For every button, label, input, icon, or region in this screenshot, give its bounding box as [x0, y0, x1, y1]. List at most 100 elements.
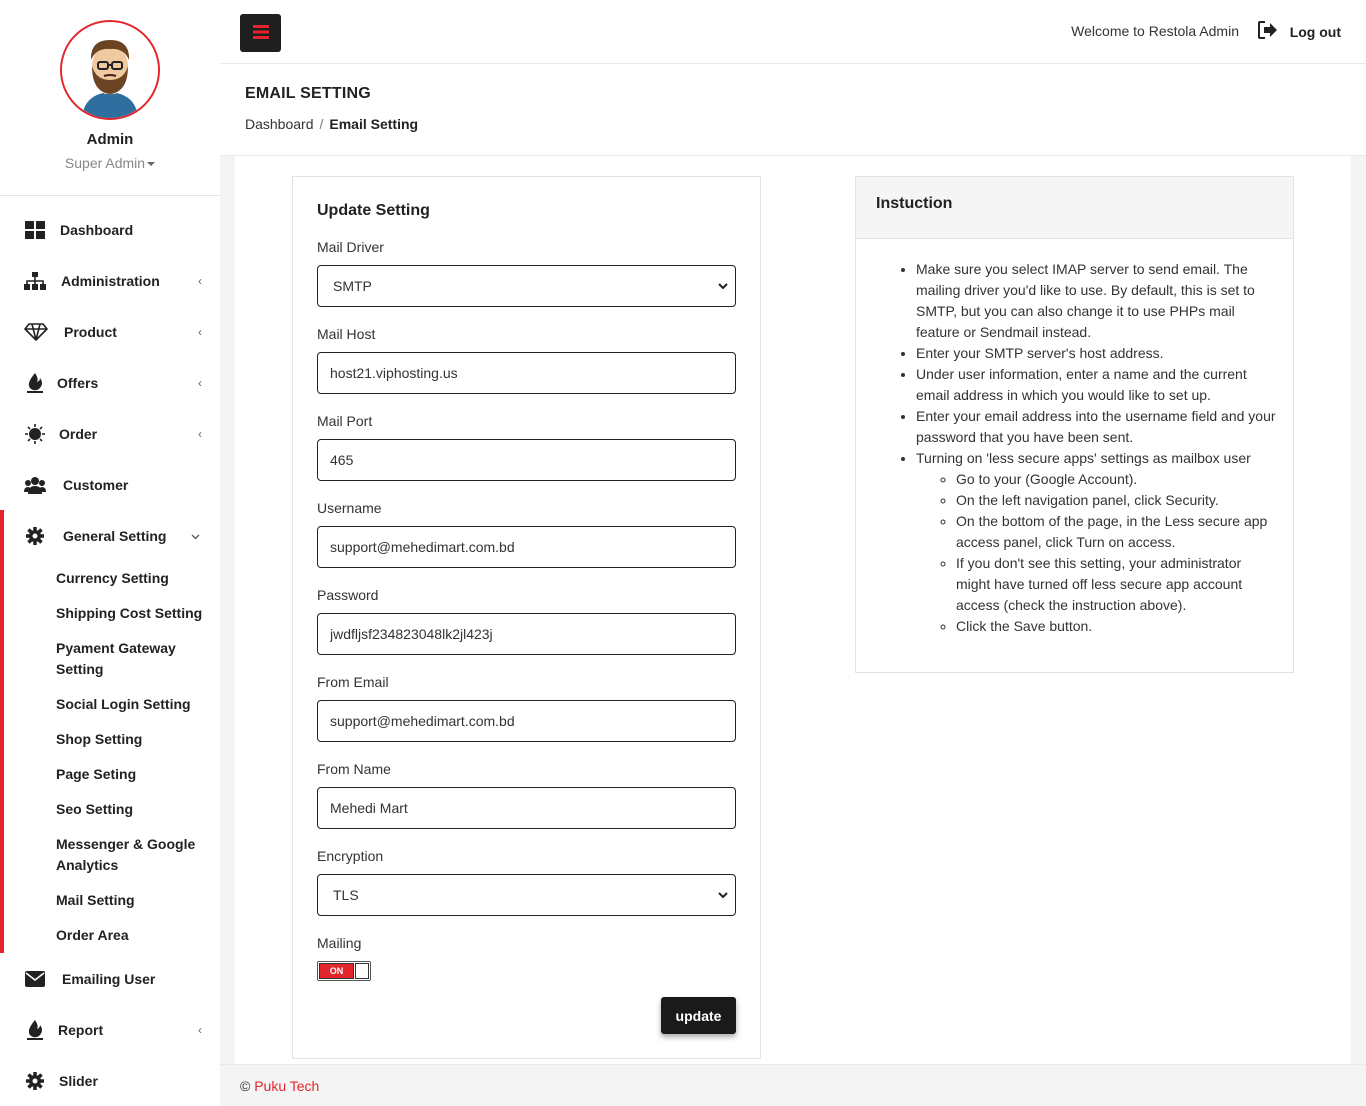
instruction-subitem: On the bottom of the page, in the Less s…	[956, 511, 1278, 553]
submenu-shop-setting[interactable]: Shop Setting	[56, 729, 206, 750]
update-button[interactable]: update	[661, 997, 736, 1034]
chevron-left-icon: ‹	[198, 376, 202, 390]
submenu-order-area[interactable]: Order Area	[56, 925, 206, 946]
fire-icon	[24, 1019, 46, 1041]
username-input[interactable]	[317, 526, 736, 568]
chevron-down-icon	[717, 279, 729, 291]
instruction-list: Make sure you select IMAP server to send…	[916, 259, 1278, 637]
sidebar-item-customer[interactable]: Customer	[0, 467, 220, 503]
sidebar-item-label: Report	[58, 1022, 104, 1038]
instruction-subitem: If you don't see this setting, your admi…	[956, 553, 1278, 616]
instruction-item-text: Turning on 'less secure apps' settings a…	[916, 450, 1251, 466]
sidebar-item-order[interactable]: Order ‹	[0, 416, 220, 452]
submenu-currency-setting[interactable]: Currency Setting	[56, 568, 206, 589]
sidebar-item-product[interactable]: Product ‹	[0, 314, 220, 350]
sun-icon	[24, 423, 46, 445]
update-setting-card: Update Setting Mail Driver SMTP Mail Hos…	[292, 176, 761, 1059]
submenu-payment-gateway-setting[interactable]: Pyament Gateway Setting	[56, 638, 186, 680]
hamburger-icon	[252, 24, 269, 42]
chevron-down-icon	[717, 888, 729, 900]
mail-host-label: Mail Host	[317, 326, 376, 342]
envelope-icon	[24, 968, 46, 990]
sidebar-item-label: General Setting	[63, 528, 167, 544]
submenu-messenger-google-analytics[interactable]: Messenger & Google Analytics	[56, 834, 196, 876]
sidebar-item-label: Emailing User	[62, 971, 156, 987]
encryption-label: Encryption	[317, 848, 384, 864]
sidebar-item-offers[interactable]: Offers ‹	[0, 365, 220, 401]
sidebar-item-label: Order	[59, 426, 98, 442]
chevron-left-icon: ‹	[198, 427, 202, 441]
profile-name: Admin	[86, 131, 134, 148]
mailing-label: Mailing	[317, 935, 362, 951]
chevron-down-icon	[191, 529, 200, 543]
copyright-symbol: ©	[240, 1078, 251, 1094]
submenu-social-login-setting[interactable]: Social Login Setting	[56, 694, 206, 715]
profile-role-dropdown[interactable]: Super Admin	[0, 155, 220, 171]
instruction-subitem: Go to your (Google Account).	[956, 469, 1278, 490]
instruction-subitem: On the left navigation panel, click Secu…	[956, 490, 1278, 511]
instruction-item-with-subitems: Turning on 'less secure apps' settings a…	[916, 448, 1278, 637]
sidebar-item-label: Product	[64, 324, 117, 340]
sidebar-item-report[interactable]: Report ‹	[0, 1012, 220, 1048]
topbar: Welcome to Restola Admin Log out	[220, 0, 1366, 64]
page-title: EMAIL SETTING	[245, 85, 371, 102]
form-title: Update Setting	[317, 202, 430, 219]
logout-link[interactable]: Log out	[1290, 24, 1341, 40]
breadcrumb-home[interactable]: Dashboard	[245, 116, 314, 132]
from-name-input[interactable]	[317, 787, 736, 829]
gear-icon	[24, 525, 46, 547]
profile-panel: Admin Super Admin	[0, 0, 220, 196]
sitemap-icon	[24, 270, 46, 292]
sidebar-item-label: Administration	[61, 273, 160, 289]
welcome-text: Welcome to Restola Admin	[1071, 23, 1239, 39]
footer-brand-link[interactable]: Puku Tech	[254, 1078, 319, 1094]
footer-text: © Puku Tech	[240, 1078, 319, 1094]
caret-down-icon	[147, 162, 156, 167]
sidebar-item-general-setting[interactable]: General Setting	[0, 518, 220, 554]
users-icon	[24, 474, 46, 496]
submenu-seo-setting[interactable]: Seo Setting	[56, 799, 206, 820]
sidebar-item-label: Offers	[57, 375, 99, 391]
sidebar-item-label: Slider	[59, 1073, 98, 1089]
mail-port-input[interactable]	[317, 439, 736, 481]
submenu-page-setting[interactable]: Page Seting	[56, 764, 206, 785]
toggle-knob	[355, 963, 369, 979]
chevron-left-icon: ‹	[198, 325, 202, 339]
dashboard-icon	[24, 219, 46, 241]
sidebar-item-dashboard[interactable]: Dashboard	[0, 212, 220, 248]
password-input[interactable]	[317, 613, 736, 655]
fire-icon	[24, 372, 46, 394]
submenu-mail-setting[interactable]: Mail Setting	[56, 890, 206, 911]
sidebar-item-slider[interactable]: Slider	[0, 1063, 220, 1099]
username-label: Username	[317, 500, 382, 516]
active-indicator	[0, 510, 4, 953]
main-content: Update Setting Mail Driver SMTP Mail Hos…	[220, 156, 1366, 1064]
sidebar: Admin Super Admin Dashboard Administrati…	[0, 0, 220, 1106]
instruction-title: Instuction	[876, 195, 953, 212]
instruction-card: Instuction Make sure you select IMAP ser…	[855, 176, 1294, 673]
instruction-header: Instuction	[856, 177, 1293, 239]
encryption-select[interactable]: TLS	[317, 874, 736, 916]
instruction-sublist: Go to your (Google Account). On the left…	[956, 469, 1278, 637]
instruction-item: Under user information, enter a name and…	[916, 364, 1278, 406]
submenu-shipping-cost-setting[interactable]: Shipping Cost Setting	[56, 603, 206, 624]
content-panel: Update Setting Mail Driver SMTP Mail Hos…	[235, 156, 1351, 1064]
from-email-input[interactable]	[317, 700, 736, 742]
mail-driver-select[interactable]: SMTP	[317, 265, 736, 307]
mail-driver-value: SMTP	[333, 278, 372, 294]
breadcrumb-separator: /	[319, 116, 324, 132]
from-email-label: From Email	[317, 674, 389, 690]
breadcrumb-current: Email Setting	[329, 116, 419, 132]
sign-out-icon[interactable]	[1258, 21, 1278, 41]
from-name-label: From Name	[317, 761, 391, 777]
encryption-value: TLS	[333, 887, 359, 903]
menu-toggle-button[interactable]	[240, 14, 281, 52]
toggle-on-label: ON	[319, 963, 354, 979]
mailing-toggle[interactable]: ON	[317, 961, 371, 981]
mail-host-input[interactable]	[317, 352, 736, 394]
page-header: EMAIL SETTING Dashboard / Email Setting	[220, 64, 1366, 156]
instruction-item: Enter your email address into the userna…	[916, 406, 1278, 448]
avatar[interactable]	[60, 20, 160, 120]
sidebar-item-administration[interactable]: Administration ‹	[0, 263, 220, 299]
sidebar-item-emailing-user[interactable]: Emailing User	[0, 961, 220, 997]
